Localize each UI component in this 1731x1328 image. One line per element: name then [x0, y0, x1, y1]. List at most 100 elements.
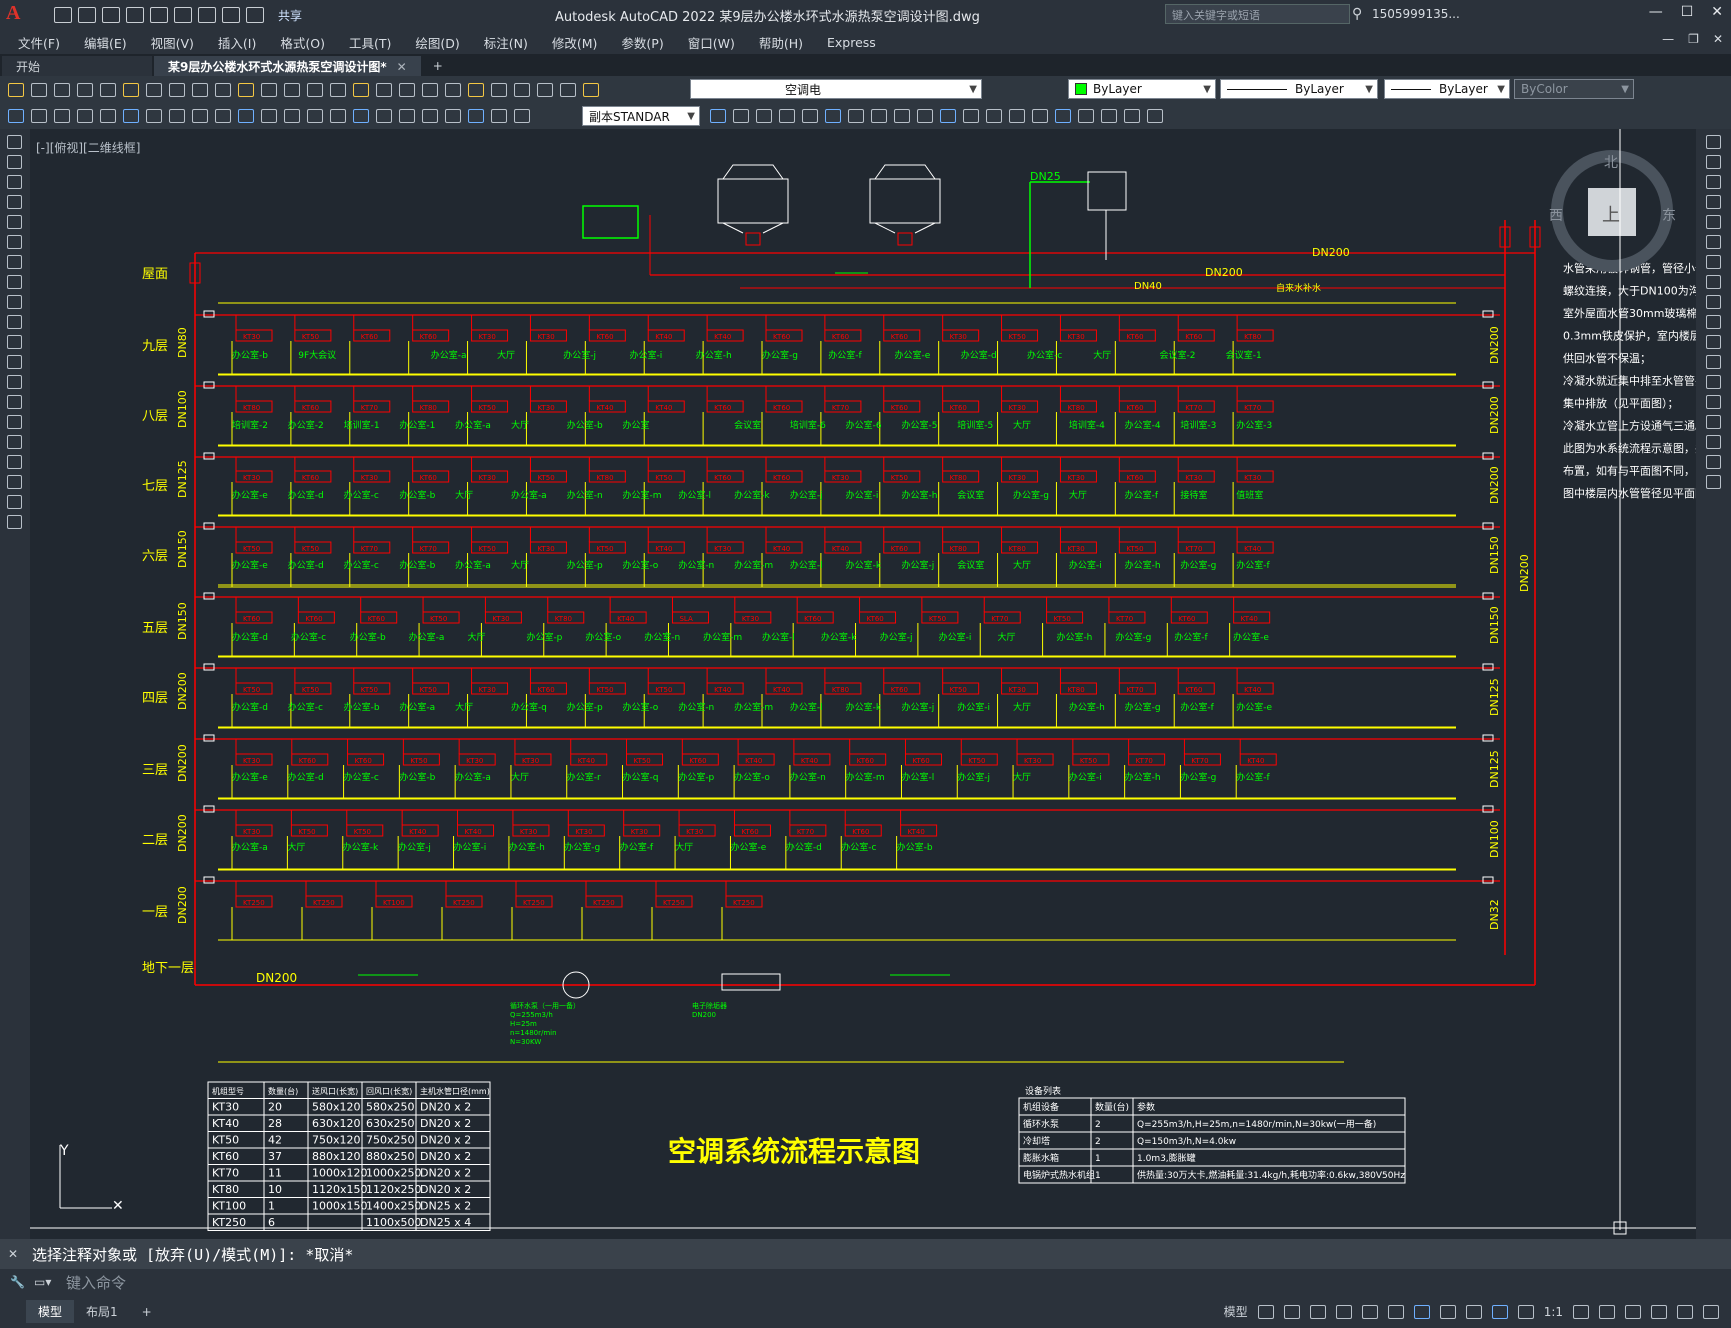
- modify-tool-icon[interactable]: [871, 109, 887, 123]
- open-icon[interactable]: [78, 7, 96, 23]
- standard-tool-icon[interactable]: [284, 82, 300, 97]
- cmd-close-icon[interactable]: ✕: [8, 1247, 18, 1261]
- modify-tool-icon[interactable]: [1101, 109, 1117, 123]
- modify-tool-icon[interactable]: [986, 109, 1002, 123]
- modify-tool-icon[interactable]: [1124, 109, 1140, 123]
- standard-tool-icon[interactable]: [445, 82, 461, 97]
- tab-close-icon[interactable]: ✕: [397, 60, 407, 74]
- customize-icon[interactable]: 🔧: [10, 1275, 25, 1289]
- dimension-tool-icon[interactable]: [445, 109, 461, 123]
- dimension-tool-icon[interactable]: [8, 109, 24, 123]
- menu-item-11[interactable]: 帮助(H): [759, 33, 803, 52]
- draw-tool-icon[interactable]: [7, 475, 22, 489]
- draw-tool-icon[interactable]: [7, 235, 22, 249]
- lineweight-icon[interactable]: [1439, 1304, 1456, 1319]
- dimension-tool-icon[interactable]: [284, 109, 300, 123]
- draw-tool-icon[interactable]: [7, 175, 22, 189]
- plotstyle-dropdown[interactable]: ByColor ▼: [1514, 79, 1634, 99]
- maximize-icon[interactable]: ☐: [1681, 4, 1694, 20]
- modify-side-tool-icon[interactable]: [1706, 355, 1721, 369]
- modify-side-tool-icon[interactable]: [1706, 375, 1721, 389]
- modify-tool-icon[interactable]: [894, 109, 910, 123]
- ortho-icon[interactable]: [1309, 1304, 1326, 1319]
- menu-item-9[interactable]: 参数(P): [621, 33, 663, 52]
- doc-close-icon[interactable]: ✕: [1713, 32, 1723, 46]
- object-snap-icon[interactable]: [1413, 1304, 1430, 1319]
- dimension-tool-icon[interactable]: [353, 109, 369, 123]
- standard-tool-icon[interactable]: [77, 82, 93, 97]
- draw-tool-icon[interactable]: [7, 135, 22, 149]
- modify-side-tool-icon[interactable]: [1706, 295, 1721, 309]
- dimension-tool-icon[interactable]: [307, 109, 323, 123]
- viewport-controls[interactable]: [-][俯视][二维线框]: [36, 139, 140, 156]
- draw-tool-icon[interactable]: [7, 415, 22, 429]
- web-icon[interactable]: [150, 7, 168, 23]
- standard-tool-icon[interactable]: [238, 82, 254, 97]
- modify-tool-icon[interactable]: [848, 109, 864, 123]
- draw-tool-icon[interactable]: [7, 215, 22, 229]
- standard-tool-icon[interactable]: [353, 82, 369, 97]
- menu-item-1[interactable]: 编辑(E): [84, 33, 127, 52]
- command-input[interactable]: 键入命令: [66, 1272, 126, 1293]
- standard-tool-icon[interactable]: [8, 82, 24, 97]
- standard-tool-icon[interactable]: [583, 82, 599, 97]
- draw-tool-icon[interactable]: [7, 515, 22, 529]
- modify-tool-icon[interactable]: [1078, 109, 1094, 123]
- draw-tool-icon[interactable]: [7, 395, 22, 409]
- draw-tool-icon[interactable]: [7, 195, 22, 209]
- dimension-tool-icon[interactable]: [31, 109, 47, 123]
- user-account[interactable]: 1505999135...: [1372, 7, 1460, 21]
- menu-item-12[interactable]: Express: [827, 35, 876, 50]
- minimize-icon[interactable]: —: [1649, 4, 1663, 20]
- customization-menu-icon[interactable]: [1703, 1304, 1719, 1319]
- dimension-tool-icon[interactable]: [169, 109, 185, 123]
- modify-side-tool-icon[interactable]: [1706, 435, 1721, 449]
- standard-tool-icon[interactable]: [422, 82, 438, 97]
- drawing-canvas[interactable]: 屋面 九层 DN80 八层 DN100 七层 DN125 六层 DN150 五层 DN150 四层 DN…: [30, 129, 1696, 1239]
- modify-tool-icon[interactable]: [733, 109, 749, 123]
- clean-screen-icon[interactable]: [1677, 1304, 1693, 1319]
- standard-tool-icon[interactable]: [31, 82, 47, 97]
- gear-icon[interactable]: [1573, 1304, 1589, 1319]
- transparency-icon[interactable]: [1465, 1304, 1482, 1319]
- standard-tool-icon[interactable]: [307, 82, 323, 97]
- modify-tool-icon[interactable]: [779, 109, 795, 123]
- object-snap-tracking-icon[interactable]: [1387, 1304, 1404, 1319]
- dimension-tool-icon[interactable]: [100, 109, 116, 123]
- standard-tool-icon[interactable]: [54, 82, 70, 97]
- save-as-icon[interactable]: [126, 7, 144, 23]
- standard-tool-icon[interactable]: [537, 82, 553, 97]
- standard-tool-icon[interactable]: [261, 82, 277, 97]
- modify-tool-icon[interactable]: [940, 109, 956, 123]
- modify-tool-icon[interactable]: [1055, 109, 1071, 123]
- standard-tool-icon[interactable]: [376, 82, 392, 97]
- add-layout-icon[interactable]: +: [130, 1302, 164, 1322]
- modify-side-tool-icon[interactable]: [1706, 275, 1721, 289]
- dimension-tool-icon[interactable]: [77, 109, 93, 123]
- modify-tool-icon[interactable]: [825, 109, 841, 123]
- annotation-visibility-icon[interactable]: [1491, 1304, 1508, 1319]
- polar-icon[interactable]: [1335, 1304, 1352, 1319]
- draw-tool-icon[interactable]: [7, 255, 22, 269]
- model-space-button[interactable]: 模型: [1224, 1303, 1248, 1320]
- standard-tool-icon[interactable]: [399, 82, 415, 97]
- standard-tool-icon[interactable]: [146, 82, 162, 97]
- modify-tool-icon[interactable]: [1147, 109, 1163, 123]
- modify-side-tool-icon[interactable]: [1706, 475, 1721, 489]
- modify-tool-icon[interactable]: [917, 109, 933, 123]
- draw-tool-icon[interactable]: [7, 455, 22, 469]
- annotation-scale[interactable]: 1:1: [1544, 1305, 1563, 1319]
- new-tab-icon[interactable]: +: [433, 59, 443, 76]
- publish-icon[interactable]: [174, 7, 192, 23]
- standard-tool-icon[interactable]: [100, 82, 116, 97]
- menu-item-0[interactable]: 文件(F): [18, 33, 60, 52]
- modify-tool-icon[interactable]: [710, 109, 726, 123]
- modify-side-tool-icon[interactable]: [1706, 195, 1721, 209]
- redo-icon[interactable]: [246, 7, 264, 23]
- modify-side-tool-icon[interactable]: [1706, 235, 1721, 249]
- menu-item-6[interactable]: 绘图(D): [415, 33, 459, 52]
- save-icon[interactable]: [102, 7, 120, 23]
- search-input[interactable]: 键入关键字或短语: [1165, 4, 1350, 24]
- draw-tool-icon[interactable]: [7, 435, 22, 449]
- dimension-tool-icon[interactable]: [215, 109, 231, 123]
